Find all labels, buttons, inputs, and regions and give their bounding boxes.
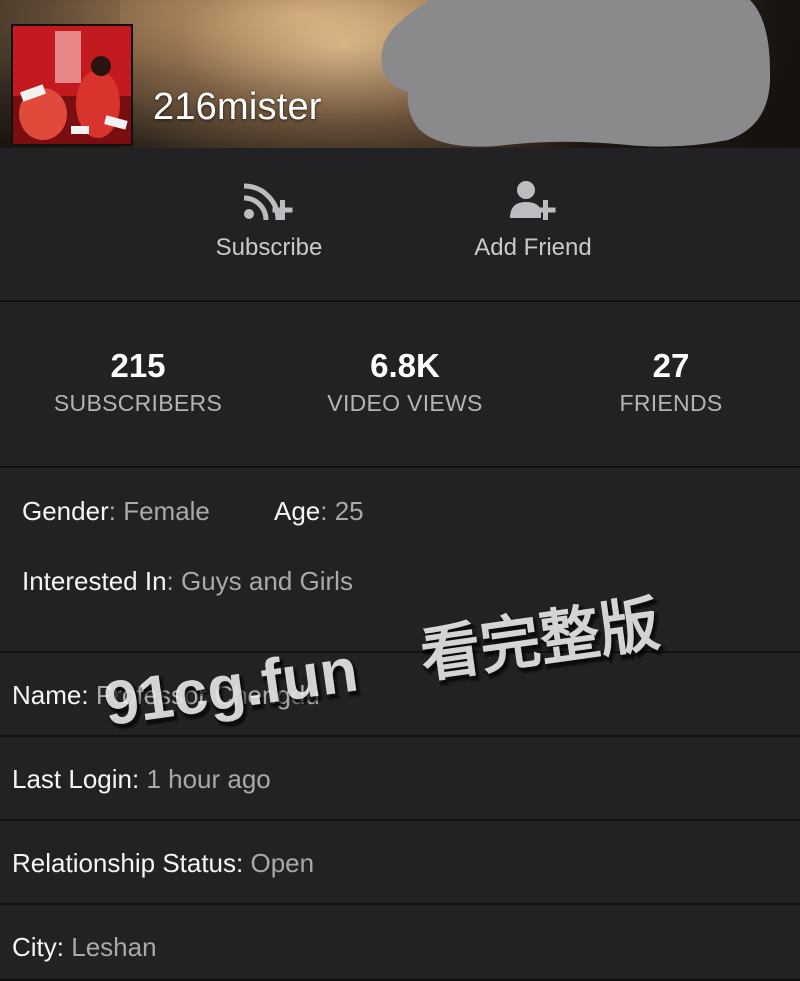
detail-key: City xyxy=(12,932,57,962)
gender-key: Gender xyxy=(22,496,109,526)
profile-username: 216mister xyxy=(153,86,322,128)
subscribe-label: Subscribe xyxy=(215,234,323,261)
detail-row-relationship: Relationship Status: Open xyxy=(0,821,800,905)
stat-subscribers[interactable]: 215 SUBSCRIBERS xyxy=(8,346,268,417)
detail-row-last-login: Last Login: 1 hour ago xyxy=(0,737,800,821)
interested-in-field: Interested In: Guys and Girls xyxy=(22,566,353,596)
stat-video-views[interactable]: 6.8K VIDEO VIEWS xyxy=(275,346,535,417)
interested-key: Interested In xyxy=(22,566,167,596)
stat-label: SUBSCRIBERS xyxy=(53,390,223,416)
detail-value: Leshan xyxy=(71,932,157,962)
avatar-image xyxy=(13,26,131,144)
rss-plus-icon xyxy=(243,183,293,221)
age-value: 25 xyxy=(334,496,364,526)
age-key: Age xyxy=(274,496,321,526)
detail-value: 1 hour ago xyxy=(146,764,271,794)
gender-field: Gender: Female xyxy=(22,496,210,526)
interested-value: Guys and Girls xyxy=(181,566,353,596)
detail-row-city: City: Leshan xyxy=(0,905,800,981)
profile-info: Gender: Female Age: 25 Interested In: Gu… xyxy=(0,468,800,653)
detail-key: Last Login xyxy=(12,764,132,794)
detail-value: Open xyxy=(250,848,315,878)
detail-value: Professor Chengdu xyxy=(95,680,320,710)
detail-row-name: Name: Professor Chengdu xyxy=(0,653,800,737)
stat-value: 6.8K xyxy=(370,347,440,384)
detail-key: Relationship Status xyxy=(12,848,237,878)
profile-avatar[interactable] xyxy=(11,24,133,146)
age-field: Age: 25 xyxy=(274,496,364,526)
add-friend-button[interactable]: Add Friend xyxy=(433,178,633,262)
stat-label: FRIENDS xyxy=(619,390,723,416)
stat-value: 27 xyxy=(652,347,690,384)
add-friend-label: Add Friend xyxy=(474,234,592,261)
stat-value: 215 xyxy=(110,347,166,384)
gender-value: Female xyxy=(123,496,210,526)
stat-label: VIDEO VIEWS xyxy=(327,390,483,416)
user-plus-icon xyxy=(510,181,556,220)
detail-key: Name xyxy=(12,680,82,710)
stat-friends[interactable]: 27 FRIENDS xyxy=(541,346,800,417)
subscribe-button[interactable]: Subscribe xyxy=(169,178,369,262)
redaction-blob xyxy=(381,0,771,147)
profile-stats: 215 SUBSCRIBERS 6.8K VIDEO VIEWS 27 FRIE… xyxy=(0,302,800,468)
profile-actions-bar: Subscribe Add Friend xyxy=(0,148,800,302)
